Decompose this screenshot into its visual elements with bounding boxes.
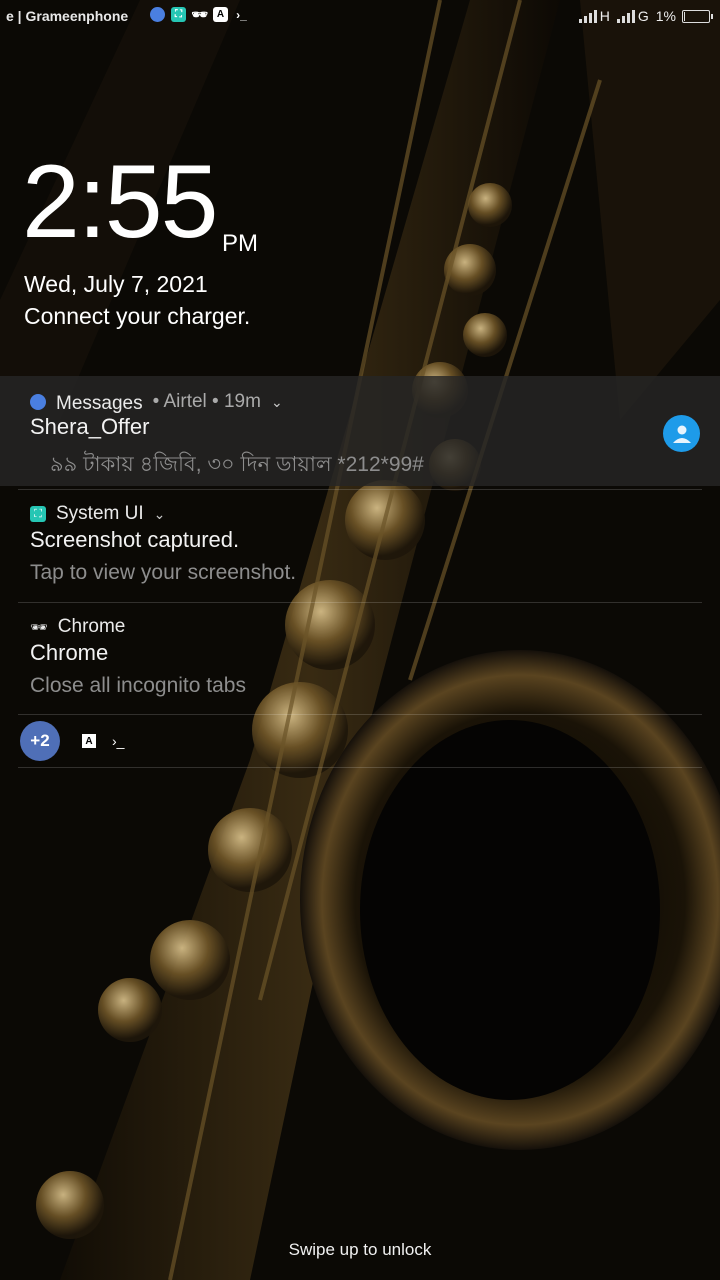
battery-icon [682,9,713,23]
swipe-up-hint[interactable]: Swipe up to unlock [0,1240,720,1260]
person-icon [672,425,691,443]
notification-app-name: System UI [56,503,144,524]
notification-system-ui[interactable]: ⛶ System UI ⌄ Screenshot captured. Tap t… [0,490,720,602]
notification-title: Screenshot captured. [30,527,240,552]
screenshot-icon: ⛶ [30,506,46,522]
notification-header: ⛶ System UI ⌄ [30,503,165,525]
carrier-name: e | Grameenphone [6,8,129,24]
notification-title: Shera_Offer [30,414,150,439]
network-type-1: H [599,8,610,24]
chevron-down-icon[interactable]: ⌄ [154,506,166,523]
chevron-down-icon[interactable]: ⌄ [271,394,283,411]
network-type-2: G [637,8,649,24]
messages-icon [150,7,165,22]
notification-header: Messages • Airtel • 19m ⌄ [30,389,283,415]
notification-meta: • Airtel • 19m [152,391,261,412]
more-notifications-badge[interactable]: +2 [20,721,60,761]
notification-header: 🕶 Chrome [30,616,125,638]
notification-title: Chrome [30,640,109,665]
a-icon: A [213,7,228,22]
status-right-group: H G 1% [578,8,713,24]
terminal-icon: ›_ [236,7,247,22]
status-bar: e | Grameenphone ⛶ 🕶 A ›_ H G 1% [0,0,720,32]
signal-icon [578,9,597,23]
terminal-icon: ›_ [112,733,125,749]
messages-icon [30,394,46,410]
signal-icon-2 [616,9,635,23]
notification-body: Tap to view your screenshot. [30,561,297,584]
lock-clock: 2:55 [22,144,218,260]
notification-overflow-row[interactable]: +2 A ›_ [20,721,124,761]
screenshot-icon: ⛶ [171,7,186,22]
status-notification-icons: ⛶ 🕶 A ›_ [150,7,249,22]
clock-ampm: PM [222,230,258,257]
a-icon: A [82,734,96,748]
notification-body: ৯৯ টাকায় ৪জিবি, ৩০ দিন ডায়াল *212*99# [50,453,424,476]
lock-date: Wed, July 7, 2021 [24,271,208,297]
contact-avatar [663,415,700,452]
notification-app-name: Chrome [57,616,126,637]
notification-app-name: Messages [56,393,143,414]
divider [18,714,702,715]
charger-message: Connect your charger. [24,303,251,329]
incognito-icon: 🕶 [191,6,208,22]
notification-messages[interactable]: Messages • Airtel • 19m ⌄ Shera_Offer ৯৯… [0,376,720,486]
battery-percent: 1% [655,8,676,24]
notification-body: Close all incognito tabs [30,674,246,697]
divider [18,767,702,768]
notification-chrome[interactable]: 🕶 Chrome Chrome Close all incognito tabs [0,603,720,715]
incognito-icon: 🕶 [30,618,48,635]
